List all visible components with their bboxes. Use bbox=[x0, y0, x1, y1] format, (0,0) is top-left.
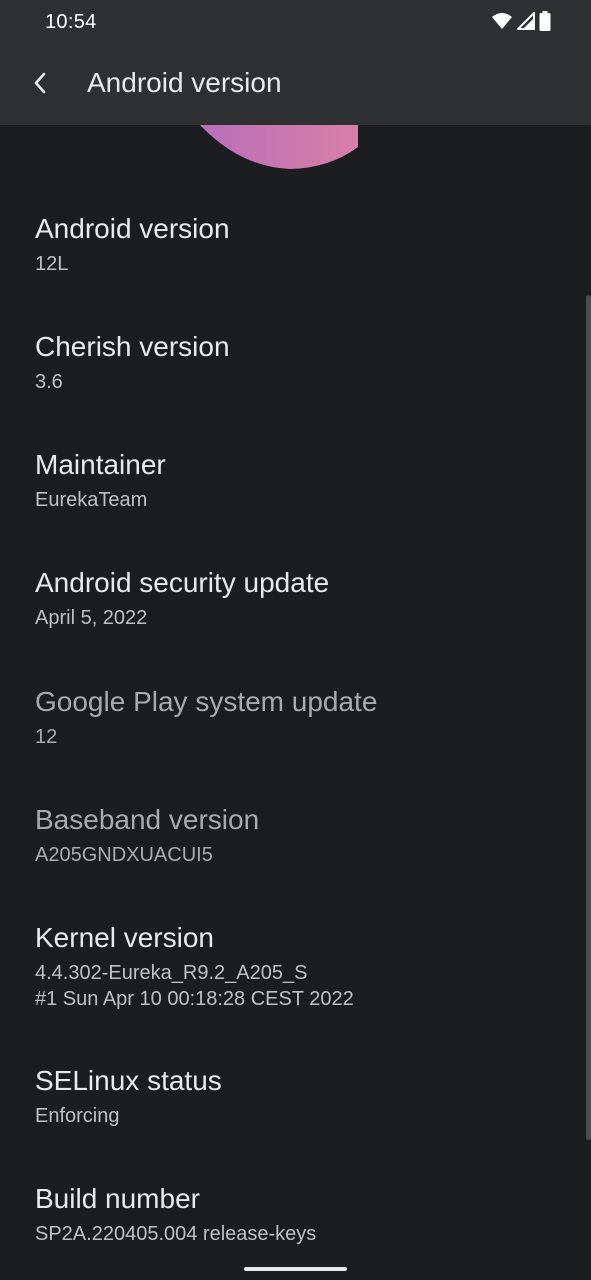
wifi-icon bbox=[491, 11, 513, 36]
pref-title: Cherish version bbox=[35, 331, 230, 362]
pref-google-play-update[interactable]: Google Play system update 12 bbox=[35, 684, 575, 750]
pref-title: Build number bbox=[35, 1183, 200, 1214]
pref-title: Android version bbox=[35, 213, 230, 244]
pref-summary: April 5, 2022 bbox=[35, 607, 148, 629]
status-time: 10:54 bbox=[45, 11, 97, 33]
cell-signal-icon bbox=[515, 10, 535, 35]
gesture-nav-handle[interactable] bbox=[244, 1267, 347, 1271]
status-bar: 10:54 bbox=[0, 0, 591, 45]
pref-summary: 3.6 bbox=[35, 371, 63, 393]
screen: 10:54 Android version Android version 12… bbox=[0, 0, 591, 1280]
pref-summary: Enforcing bbox=[35, 1105, 120, 1127]
pref-kernel-version[interactable]: Kernel version 4.4.302-Eureka_R9.2_A205_… bbox=[35, 920, 575, 1012]
pref-security-update[interactable]: Android security update April 5, 2022 bbox=[35, 565, 575, 631]
pref-summary: 4.4.302-Eureka_R9.2_A205_S #1 Sun Apr 10… bbox=[35, 962, 354, 1010]
pref-title: Maintainer bbox=[35, 449, 166, 480]
page-title: Android version bbox=[87, 67, 282, 98]
pref-summary: A205GNDXUACUI5 bbox=[35, 844, 213, 866]
pref-baseband-version[interactable]: Baseband version A205GNDXUACUI5 bbox=[35, 802, 575, 868]
status-icons bbox=[491, 10, 551, 36]
pref-summary: 12L bbox=[35, 253, 69, 275]
app-bar: Android version bbox=[0, 45, 591, 125]
back-arrow-icon bbox=[32, 71, 48, 100]
pref-summary: 12 bbox=[35, 726, 58, 748]
pref-title: Android security update bbox=[35, 567, 330, 598]
pref-summary: SP2A.220405.004 release-keys bbox=[35, 1223, 317, 1245]
scrollbar[interactable] bbox=[586, 295, 591, 1140]
pref-title: Google Play system update bbox=[35, 686, 378, 717]
header-illustration bbox=[0, 125, 591, 175]
pref-android-version[interactable]: Android version 12L bbox=[35, 211, 575, 277]
pref-maintainer[interactable]: Maintainer EurekaTeam bbox=[35, 447, 575, 513]
pref-summary: EurekaTeam bbox=[35, 489, 148, 511]
pref-build-number[interactable]: Build number SP2A.220405.004 release-key… bbox=[35, 1181, 575, 1247]
pref-title: Kernel version bbox=[35, 922, 214, 953]
pref-title: SELinux status bbox=[35, 1065, 222, 1096]
back-button[interactable] bbox=[18, 63, 62, 107]
battery-icon bbox=[539, 10, 551, 36]
pref-cherish-version[interactable]: Cherish version 3.6 bbox=[35, 329, 575, 395]
pref-selinux-status[interactable]: SELinux status Enforcing bbox=[35, 1063, 575, 1129]
pref-title: Baseband version bbox=[35, 804, 260, 835]
